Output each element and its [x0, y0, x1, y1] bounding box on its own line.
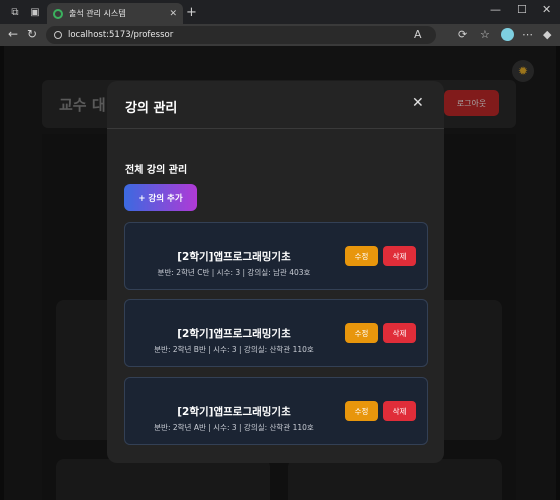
- window-close-icon[interactable]: ✕: [542, 3, 551, 16]
- browser-tab[interactable]: 출석 관리 시스템 ✕: [47, 3, 183, 24]
- page-content: ✹ 교수 대 로그아웃 강의 관리 ✕ 전체 강의 관리 + 강의 추가 [2학…: [0, 46, 560, 500]
- tab-favicon-icon: [53, 8, 63, 19]
- browser-titlebar: ⧉ ▣ 출석 관리 시스템 ✕ + — ☐ ✕: [0, 0, 560, 24]
- tab-actions-icon[interactable]: ▣: [28, 5, 42, 19]
- delete-button[interactable]: 삭제: [383, 246, 416, 266]
- course-details: 분반: 2학년 A반 | 시수: 3 | 강의실: 산학관 110호: [154, 423, 314, 432]
- workspaces-icon[interactable]: ⧉: [8, 5, 22, 19]
- course-management-modal: 강의 관리 ✕ 전체 강의 관리 + 강의 추가 [2학기]앱프로그래밍기초 분…: [107, 81, 444, 463]
- browser-toolbar: ← ↻ localhost:5173/professor A ⟳ ☆ ⋯ ◆: [0, 24, 560, 46]
- site-info-icon[interactable]: [54, 31, 62, 39]
- modal-title: 강의 관리: [125, 101, 178, 116]
- add-course-button[interactable]: + 강의 추가: [124, 184, 197, 211]
- course-title: [2학기]앱프로그래밍기초: [177, 251, 291, 263]
- edit-button[interactable]: 수정: [345, 323, 378, 343]
- tab-title: 출석 관리 시스템: [69, 9, 126, 18]
- delete-button[interactable]: 삭제: [383, 401, 416, 421]
- modal-header: 강의 관리 ✕: [107, 81, 444, 129]
- section-title: 전체 강의 관리: [125, 165, 188, 176]
- tab-close-icon[interactable]: ✕: [169, 9, 177, 19]
- minimize-icon[interactable]: —: [490, 3, 501, 16]
- course-details: 분반: 2학년 B반 | 시수: 3 | 강의실: 산학관 110호: [154, 345, 314, 354]
- edit-button[interactable]: 수정: [345, 401, 378, 421]
- read-aloud-icon[interactable]: A: [414, 28, 422, 41]
- address-bar[interactable]: localhost:5173/professor: [46, 26, 436, 44]
- copilot-icon[interactable]: ◆: [543, 28, 551, 41]
- back-icon[interactable]: ←: [8, 27, 18, 41]
- course-card: [2학기]앱프로그래밍기초 분반: 2학년 C반 | 시수: 3 | 강의실: …: [124, 222, 428, 290]
- url-text: localhost:5173/professor: [68, 30, 174, 40]
- edit-button[interactable]: 수정: [345, 246, 378, 266]
- delete-button[interactable]: 삭제: [383, 323, 416, 343]
- refresh-icon[interactable]: ↻: [27, 27, 37, 41]
- course-card: [2학기]앱프로그래밍기초 분반: 2학년 B반 | 시수: 3 | 강의실: …: [124, 299, 428, 367]
- favorites-icon[interactable]: ☆: [480, 28, 490, 41]
- course-card: [2학기]앱프로그래밍기초 분반: 2학년 A반 | 시수: 3 | 강의실: …: [124, 377, 428, 445]
- maximize-icon[interactable]: ☐: [517, 3, 527, 16]
- close-icon[interactable]: ✕: [412, 95, 424, 111]
- course-details: 분반: 2학년 C반 | 시수: 3 | 강의실: 남관 403호: [157, 268, 311, 277]
- profile-avatar[interactable]: [501, 28, 514, 41]
- course-title: [2학기]앱프로그래밍기초: [177, 328, 291, 340]
- new-tab-icon[interactable]: +: [186, 5, 197, 20]
- more-icon[interactable]: ⋯: [522, 28, 533, 41]
- extensions-icon[interactable]: ⟳: [458, 28, 467, 41]
- course-title: [2학기]앱프로그래밍기초: [177, 406, 291, 418]
